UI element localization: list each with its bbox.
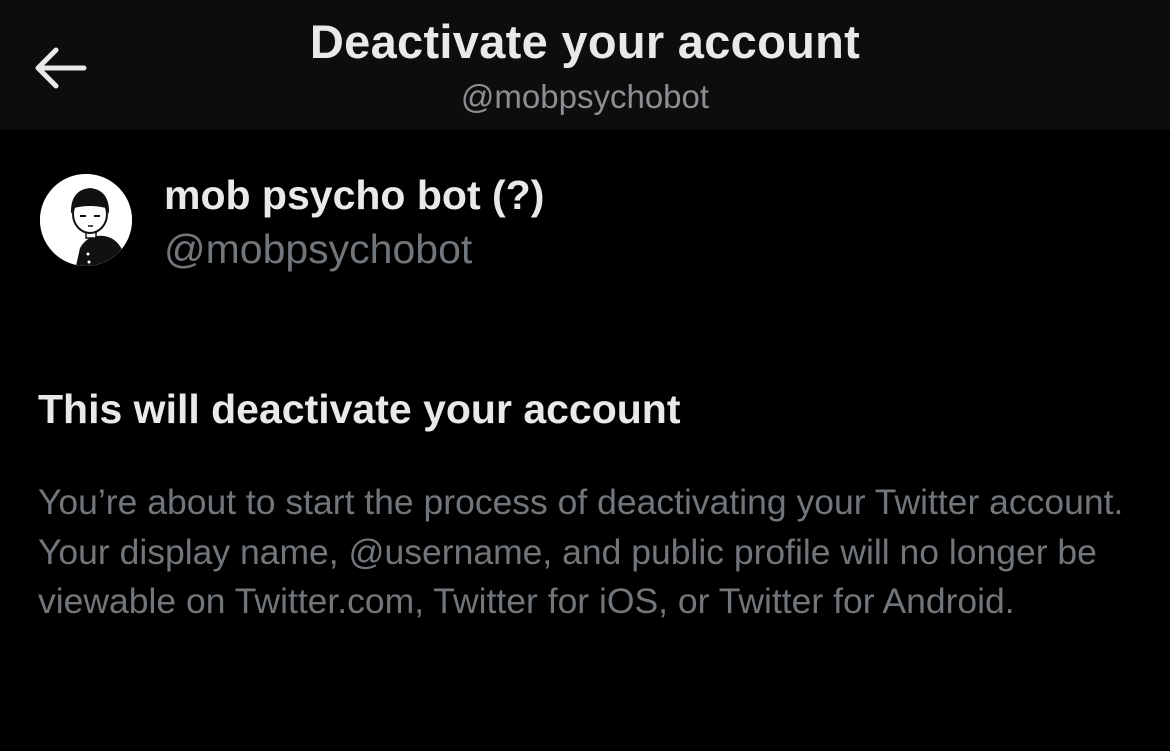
page-subtitle-handle: @mobpsychobot (460, 78, 710, 115)
section-body-text: You’re about to start the process of dea… (38, 482, 1124, 621)
account-summary: mob psycho bot (?) @mobpsychobot (40, 172, 1040, 272)
top-bar: Deactivate your account @mobpsychobot (0, 0, 1170, 130)
avatar (40, 174, 132, 266)
account-handle: @mobpsychobot (164, 226, 473, 272)
page-title: Deactivate your account (309, 15, 861, 68)
section-heading: This will deactivate your account (38, 386, 681, 432)
account-display-name: mob psycho bot (?) (164, 172, 545, 218)
avatar-image (40, 174, 132, 266)
